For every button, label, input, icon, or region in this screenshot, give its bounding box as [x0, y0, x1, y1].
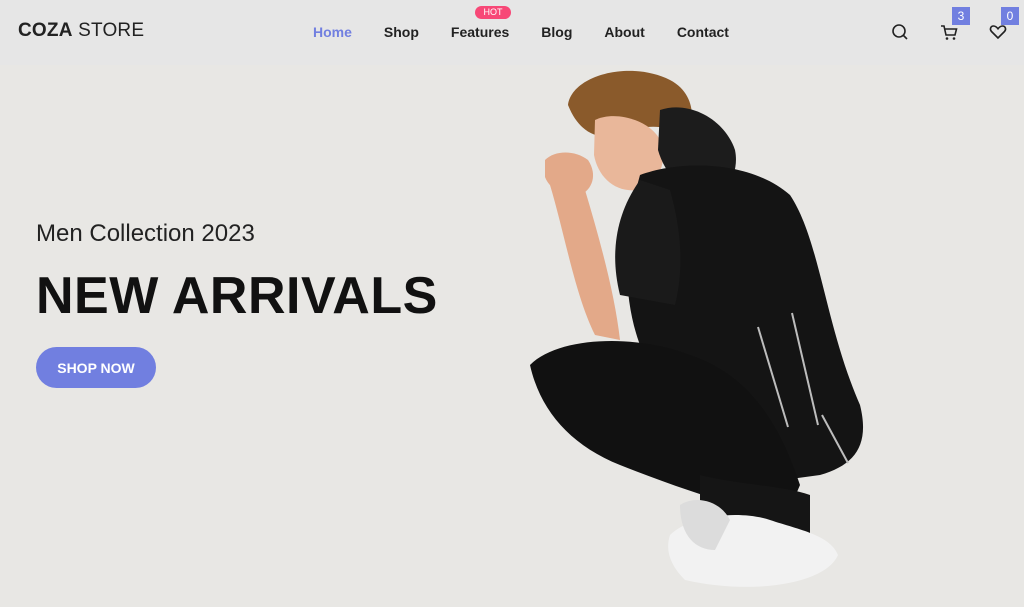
hero-copy: Men Collection 2023 NEW ARRIVALS	[36, 220, 438, 326]
site-header: COZA STORE Home Shop Features Blog About…	[0, 0, 1024, 65]
brand-name-light: STORE	[72, 20, 145, 41]
shop-now-button[interactable]: SHOP NOW	[36, 347, 156, 388]
nav-contact[interactable]: Contact	[677, 24, 729, 40]
nav-shop[interactable]: Shop	[384, 24, 419, 40]
cart-count-badge: 3	[952, 7, 970, 25]
main-nav: Home Shop Features Blog About Contact	[313, 24, 761, 40]
heart-icon[interactable]	[988, 22, 1008, 42]
hero-title: NEW ARRIVALS	[36, 267, 438, 325]
nav-about[interactable]: About	[604, 24, 644, 40]
brand-name-bold: COZA	[18, 20, 73, 41]
nav-home[interactable]: Home	[313, 24, 352, 40]
cart-icon[interactable]	[939, 22, 959, 42]
search-icon[interactable]	[890, 22, 910, 42]
hero-model-image	[530, 70, 864, 587]
nav-features[interactable]: Features	[451, 24, 509, 40]
brand-logo[interactable]: COZA STORE	[18, 20, 144, 42]
hero-subtitle: Men Collection 2023	[36, 220, 255, 247]
nav-blog[interactable]: Blog	[541, 24, 572, 40]
wishlist-count-badge: 0	[1001, 7, 1019, 25]
hot-badge: HOT	[475, 6, 511, 19]
